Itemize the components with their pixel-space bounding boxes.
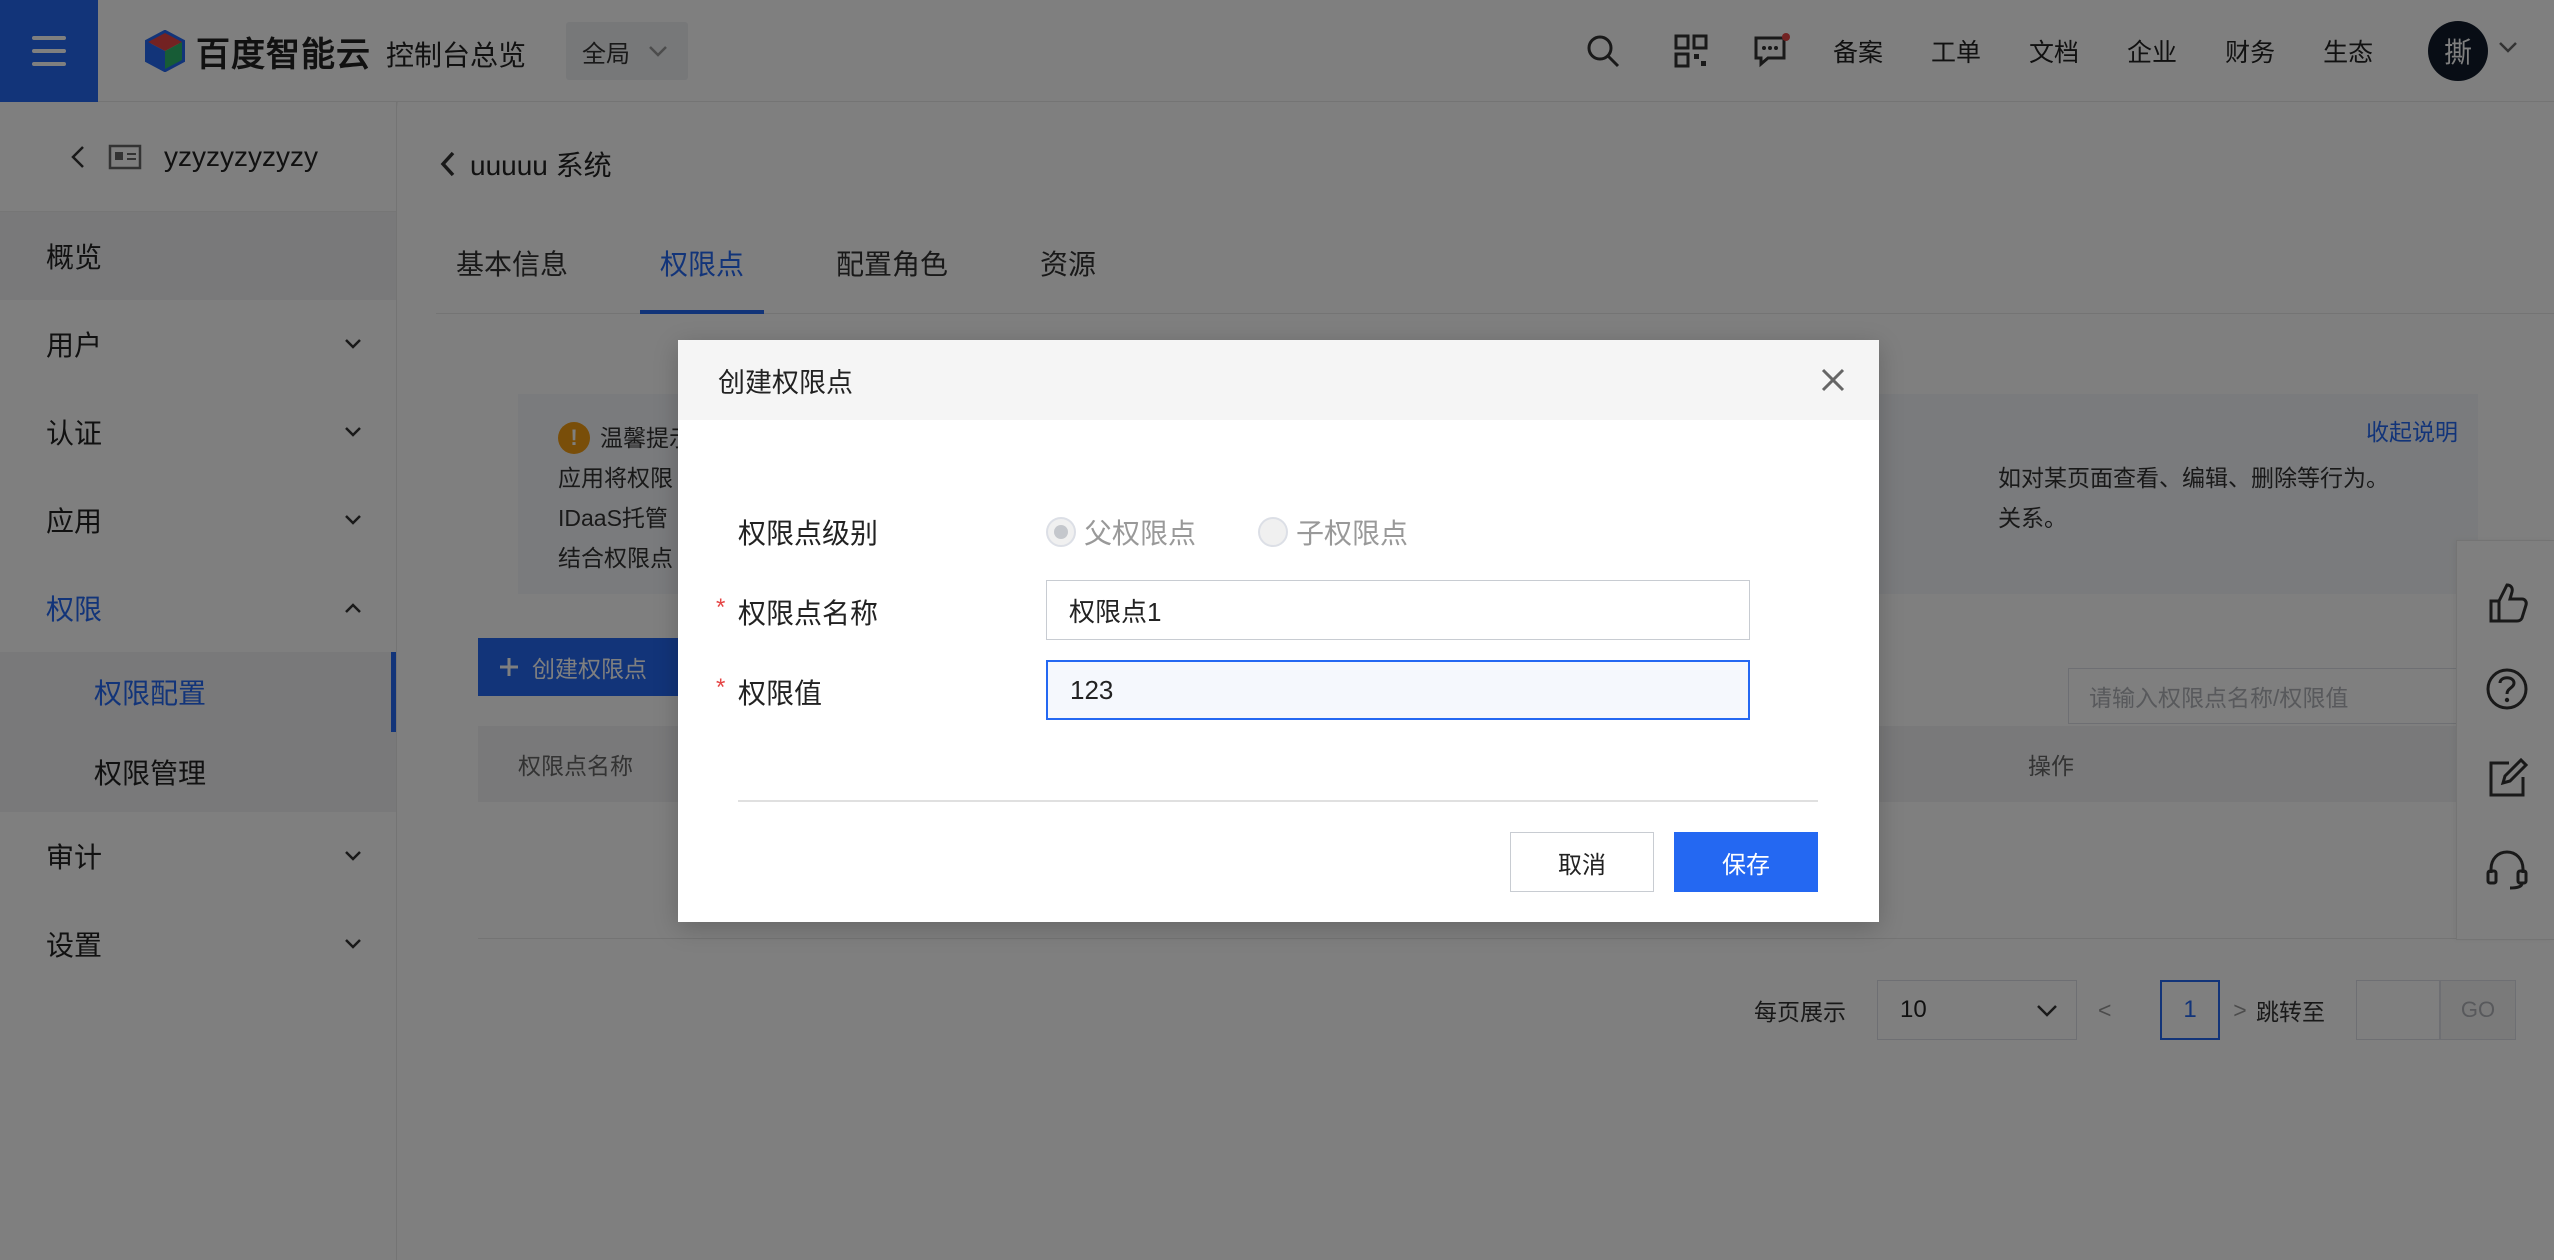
create-permission-dialog: 创建权限点 权限点级别 父权限点 子权限点 * 权限点名称 权限点1 * 权限值… [678, 340, 1879, 922]
required-mark: * [716, 674, 726, 701]
required-mark: * [716, 594, 726, 621]
name-label: 权限点名称 [738, 598, 879, 629]
radio-child[interactable] [1258, 517, 1289, 547]
save-button[interactable]: 保存 [1674, 832, 1818, 892]
level-radio-group: 父权限点 子权限点 [1046, 512, 1408, 552]
permission-name-input[interactable]: 权限点1 [1046, 580, 1750, 640]
value-label: 权限值 [738, 678, 823, 709]
cancel-button[interactable]: 取消 [1510, 832, 1654, 892]
radio-child-label: 子权限点 [1296, 518, 1409, 549]
dialog-title: 创建权限点 [718, 367, 853, 398]
dialog-divider [738, 800, 1818, 802]
permission-value-input[interactable]: 123 [1046, 660, 1750, 720]
level-label: 权限点级别 [738, 518, 879, 549]
radio-parent-label: 父权限点 [1084, 518, 1197, 549]
close-icon[interactable] [1819, 366, 1847, 394]
dialog-header: 创建权限点 [678, 340, 1879, 420]
radio-parent[interactable] [1046, 517, 1076, 547]
